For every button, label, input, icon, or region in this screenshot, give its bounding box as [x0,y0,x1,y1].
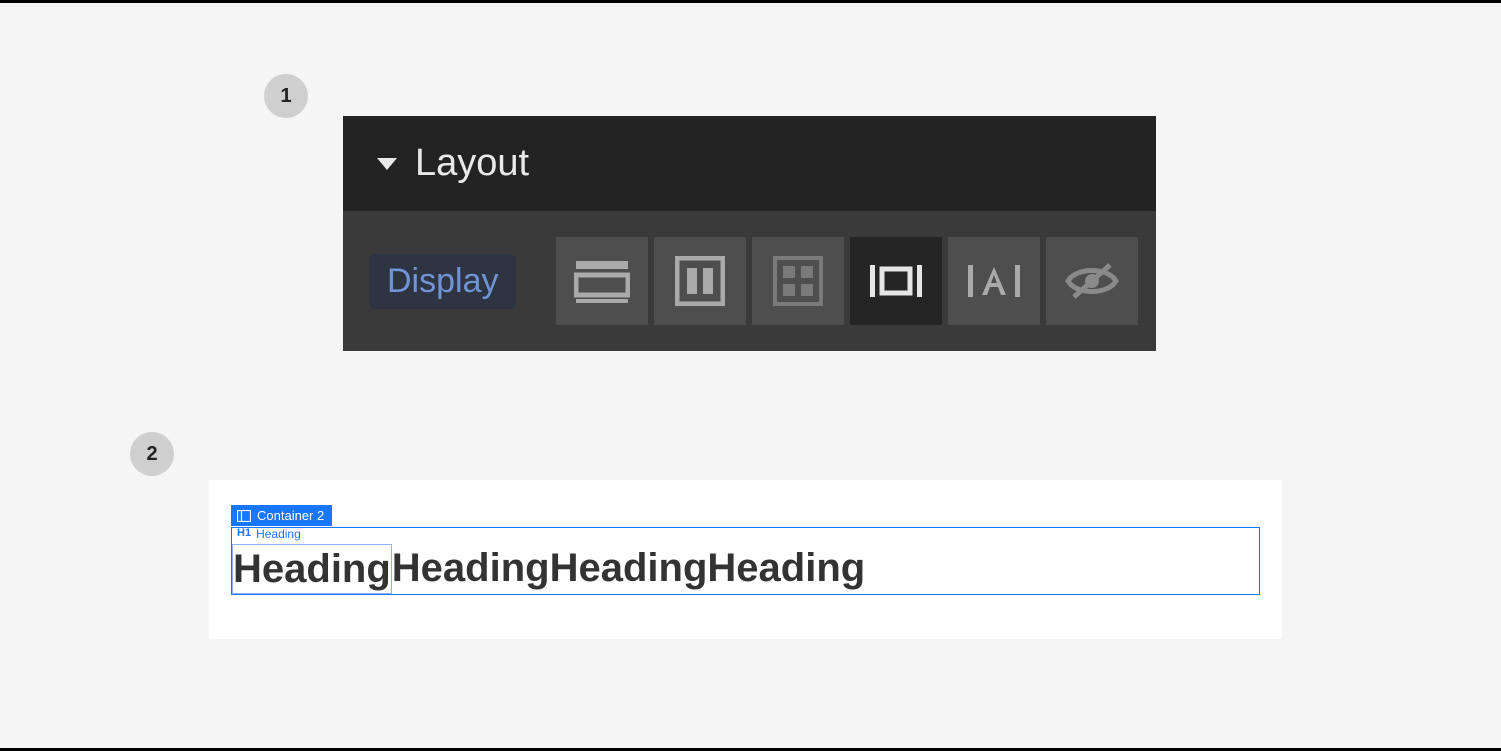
display-grid-button[interactable] [752,237,844,325]
step-number-2: 2 [146,443,157,466]
heading-element[interactable]: Heading [707,544,865,594]
layout-panel: Layout Display [343,116,1156,351]
display-block-icon [574,259,630,303]
caret-down-icon [377,158,397,170]
heading-text-4: Heading [707,546,865,590]
display-grid-icon [773,256,823,306]
display-inline-icon [964,261,1024,301]
container-element[interactable]: H1 Heading Heading Heading Heading Headi… [231,527,1260,595]
display-inline-block-button[interactable] [850,237,942,325]
canvas-area: Container 2 H1 Heading Heading Heading H… [209,480,1282,639]
display-options-row [556,237,1138,325]
display-inline-block-icon [866,261,926,301]
step-badge-2: 2 [130,432,174,476]
display-none-button[interactable] [1046,237,1138,325]
display-property-label[interactable]: Display [369,254,516,309]
heading-text-2: Heading [392,546,550,590]
heading-text-3: Heading [550,546,708,590]
heading-row: H1 Heading Heading Heading Heading Headi… [232,544,1259,594]
layout-panel-body: Display [343,211,1156,351]
heading-text-1: Heading [233,547,391,591]
panel-title: Layout [415,142,529,185]
heading-tag-prefix: H1 [237,527,251,540]
display-block-button[interactable] [556,237,648,325]
heading-selection-tag: H1 Heading [233,527,305,541]
heading-element[interactable]: Heading [392,544,550,594]
heading-tag-label: Heading [256,527,301,541]
heading-element[interactable]: Heading [550,544,708,594]
display-flex-icon [675,256,725,306]
layout-panel-header[interactable]: Layout [343,116,1156,211]
container-selection-tag[interactable]: Container 2 [231,505,332,526]
step-number-1: 1 [280,85,291,108]
display-none-icon [1064,261,1120,301]
heading-element-selected[interactable]: H1 Heading Heading [232,544,392,594]
display-inline-button[interactable] [948,237,1040,325]
container-icon [237,510,251,522]
container-tag-label: Container 2 [257,508,324,523]
display-flex-button[interactable] [654,237,746,325]
step-badge-1: 1 [264,74,308,118]
